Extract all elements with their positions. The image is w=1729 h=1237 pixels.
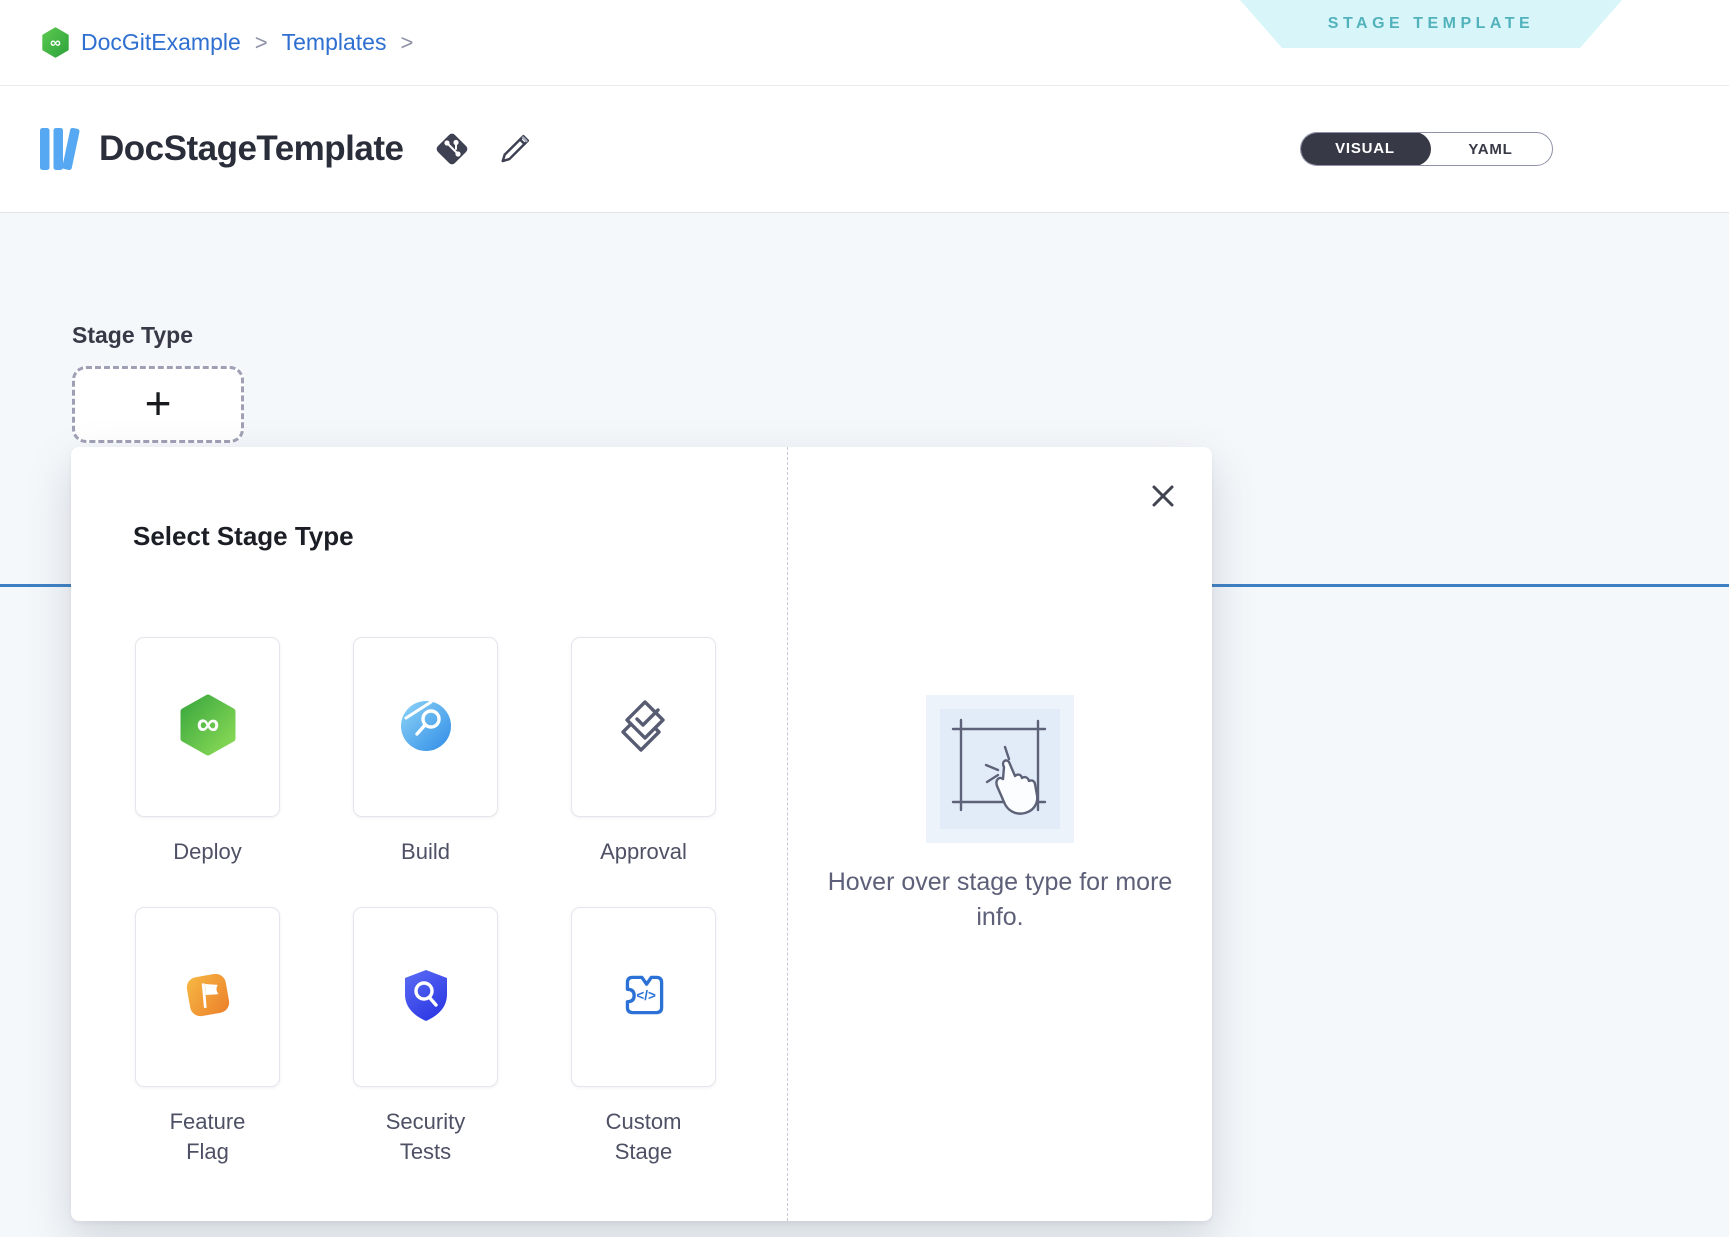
hover-hint-text: Hover over stage type for more info. — [810, 865, 1190, 935]
page-title: DocStageTemplate — [99, 129, 404, 169]
template-library-icon — [39, 126, 83, 172]
stage-type-label-approval: Approval — [585, 837, 703, 867]
stage-type-row-1: ∞ Deploy Build Approval — [135, 637, 716, 867]
approval-diamond-check-icon — [613, 694, 675, 761]
toggle-visual[interactable]: VISUAL — [1300, 132, 1431, 166]
svg-text:∞: ∞ — [50, 35, 61, 52]
stage-type-card-approval[interactable] — [571, 637, 716, 817]
add-stage-button[interactable]: + — [72, 366, 244, 443]
stage-template-page: ∞ DocGitExample > Templates > STAGE TEMP… — [0, 0, 1729, 1237]
deploy-hexagon-icon: ∞ — [179, 694, 237, 761]
security-shield-icon — [399, 966, 453, 1029]
hover-hand-illustration — [926, 695, 1074, 843]
stage-type-label-build: Build — [367, 837, 485, 867]
stage-type-card-custom-stage[interactable]: </> — [571, 907, 716, 1087]
stage-type-panel: Select Stage Type ∞ Deploy Build Approval F… — [71, 447, 788, 1221]
toggle-yaml[interactable]: YAML — [1429, 134, 1552, 165]
view-mode-toggle: VISUAL YAML — [1300, 132, 1553, 166]
breadcrumb-templates-link[interactable]: Templates — [282, 29, 387, 56]
stage-info-panel: Hover over stage type for more info. — [788, 447, 1212, 1221]
stage-type-label-feature-flag: Feature Flag — [149, 1107, 267, 1167]
stage-type-label-deploy: Deploy — [149, 837, 267, 867]
template-title-bar: DocStageTemplate VISUAL YAML — [0, 86, 1729, 213]
stage-type-label-security-tests: Security Tests — [367, 1107, 485, 1167]
select-stage-type-modal: Select Stage Type ∞ Deploy Build Approval F… — [71, 447, 1212, 1221]
breadcrumb-project-link[interactable]: DocGitExample — [81, 29, 241, 56]
breadcrumb-separator: > — [255, 30, 268, 56]
stage-type-card-build[interactable] — [353, 637, 498, 817]
svg-text:∞: ∞ — [196, 705, 219, 741]
edit-pencil-icon[interactable] — [496, 130, 534, 168]
stage-type-card-deploy[interactable]: ∞ — [135, 637, 280, 817]
stage-type-card-security-tests[interactable] — [353, 907, 498, 1087]
breadcrumb-separator: > — [400, 30, 413, 56]
hover-hand-illustration-inner — [940, 709, 1060, 829]
plus-icon: + — [145, 376, 172, 430]
stage-type-custom-stage: </> Custom Stage — [571, 907, 716, 1167]
stage-type-deploy: ∞ Deploy — [135, 637, 280, 867]
stage-type-feature-flag: Feature Flag — [135, 907, 280, 1167]
stage-type-row-2: Feature Flag Security Tests </> Custom Stag… — [135, 907, 716, 1167]
git-sync-icon[interactable] — [430, 127, 474, 171]
stage-template-ribbon-label: STAGE TEMPLATE — [1328, 15, 1534, 33]
stage-type-label: Stage Type — [72, 322, 193, 349]
stage-type-approval: Approval — [571, 637, 716, 867]
custom-stage-ticket-icon: </> — [615, 966, 673, 1029]
stage-type-security-tests: Security Tests — [353, 907, 498, 1167]
build-circle-icon — [398, 697, 454, 758]
stage-template-ribbon: STAGE TEMPLATE — [1240, 0, 1622, 48]
svg-text:</>: </> — [636, 988, 656, 1003]
modal-title: Select Stage Type — [133, 521, 354, 552]
harness-infinity-logo-icon: ∞ — [42, 27, 69, 58]
stage-type-label-custom-stage: Custom Stage — [585, 1107, 703, 1167]
feature-flag-icon — [179, 966, 237, 1029]
stage-type-build: Build — [353, 637, 498, 867]
stage-type-card-feature-flag[interactable] — [135, 907, 280, 1087]
